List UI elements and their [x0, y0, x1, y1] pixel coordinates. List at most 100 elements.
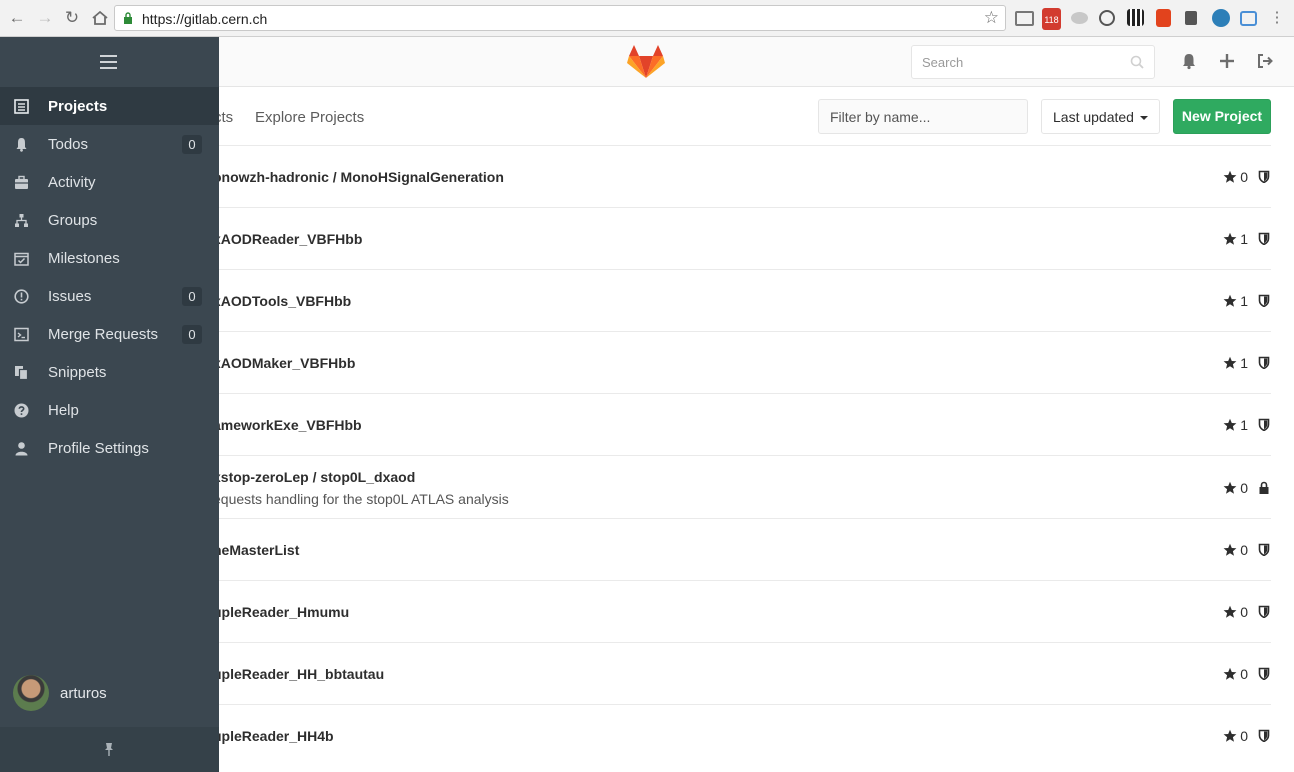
project-name-link[interactable]: xAODTools_VBFHbb: [213, 293, 351, 309]
sidebar-item-activity[interactable]: Activity: [0, 163, 219, 201]
office-icon[interactable]: [1156, 9, 1171, 27]
star-count: 0: [1223, 542, 1248, 558]
tab-explore-projects[interactable]: Explore Projects: [255, 109, 364, 126]
shield-icon: [1258, 294, 1270, 308]
search-field[interactable]: Search: [911, 45, 1155, 79]
avatar: [13, 675, 49, 711]
star-icon: [1223, 170, 1237, 184]
thumbtack-icon[interactable]: [103, 742, 115, 756]
project-row[interactable]: neMasterList 0: [213, 518, 1271, 580]
cast-icon[interactable]: [1015, 11, 1034, 26]
filter-input[interactable]: Filter by name...: [818, 99, 1028, 134]
terminal-icon: [14, 327, 29, 342]
sidebar-item-label: Groups: [48, 211, 98, 229]
username: arturos: [60, 684, 107, 702]
project-row[interactable]: xAODReader_VBFHbb 1: [213, 207, 1271, 269]
globe-extension-icon[interactable]: [1099, 10, 1115, 26]
plus-icon[interactable]: [1218, 52, 1236, 70]
reload-icon[interactable]: ↻: [61, 7, 83, 29]
qr-code-icon[interactable]: [1127, 9, 1144, 26]
project-row[interactable]: ameworkExe_VBFHbb 1: [213, 393, 1271, 455]
screenshot-extension-icon[interactable]: [1240, 11, 1257, 26]
gitlab-logo-icon[interactable]: [627, 45, 665, 79]
url-text: https://gitlab.cern.ch: [142, 11, 268, 27]
project-name-link[interactable]: upleReader_HH_bbtautau: [213, 666, 384, 682]
sidebar-item-profile-settings[interactable]: Profile Settings: [0, 429, 219, 467]
project-name-link[interactable]: upleReader_HH4b: [213, 728, 334, 744]
star-count-value: 0: [1240, 542, 1248, 558]
address-bar[interactable]: https://gitlab.cern.ch ☆: [114, 5, 1006, 31]
project-name-link[interactable]: upleReader_Hmumu: [213, 604, 349, 620]
shield-icon: [1258, 170, 1270, 184]
cloud-icon[interactable]: [1071, 12, 1088, 24]
sidebar-item-issues[interactable]: Issues 0: [0, 277, 219, 315]
star-count-value: 0: [1240, 604, 1248, 620]
project-row[interactable]: upleReader_Hmumu 0: [213, 580, 1271, 642]
sort-dropdown[interactable]: Last updated: [1041, 99, 1160, 134]
sidebar-item-label: Profile Settings: [48, 439, 149, 457]
project-name-link[interactable]: neMasterList: [213, 542, 299, 558]
search-placeholder: Search: [922, 55, 964, 70]
sidebar-item-label: Help: [48, 401, 79, 419]
search-icon: [1130, 55, 1144, 69]
menu-kebab-icon[interactable]: ⋮: [1266, 7, 1288, 29]
sidebar-item-todos[interactable]: Todos 0: [0, 125, 219, 163]
count-badge: 0: [182, 135, 202, 154]
forward-arrow-icon[interactable]: →: [34, 7, 56, 29]
sign-out-icon[interactable]: [1256, 52, 1274, 70]
sidebar: Projects Todos 0 Activity Groups Milestones Is…: [0, 37, 219, 772]
star-count: 1: [1223, 293, 1248, 309]
project-name-link[interactable]: ameworkExe_VBFHbb: [213, 417, 362, 433]
projects-icon: [14, 99, 29, 114]
star-count-value: 1: [1240, 355, 1248, 371]
project-row[interactable]: xAODTools_VBFHbb 1: [213, 269, 1271, 331]
project-description: equests handling for the stop0L ATLAS an…: [213, 491, 509, 507]
star-count-value: 0: [1240, 728, 1248, 744]
sort-label: Last updated: [1053, 109, 1134, 125]
project-row[interactable]: upleReader_HH_bbtautau 0: [213, 642, 1271, 704]
sidebar-item-snippets[interactable]: Snippets: [0, 353, 219, 391]
project-name-link[interactable]: xstop-zeroLep / stop0L_dxaod: [213, 469, 415, 485]
star-count: 0: [1223, 604, 1248, 620]
sidebar-item-label: Activity: [48, 173, 96, 191]
bookmark-star-icon[interactable]: ☆: [984, 8, 999, 28]
sidebar-item-label: Projects: [48, 97, 108, 115]
star-icon: [1223, 356, 1237, 370]
calendar-extension-icon[interactable]: 118: [1042, 8, 1061, 30]
lock-icon: [124, 12, 132, 24]
home-icon[interactable]: [89, 7, 111, 29]
project-row[interactable]: xstop-zeroLep / stop0L_dxaodequests hand…: [213, 455, 1271, 518]
sidebar-item-groups[interactable]: Groups: [0, 201, 219, 239]
sitemap-icon: [14, 213, 29, 228]
send-extension-icon[interactable]: [1212, 9, 1230, 27]
project-row[interactable]: upleReader_HH4b 0: [213, 704, 1271, 766]
star-count-value: 1: [1240, 417, 1248, 433]
project-row[interactable]: xAODMaker_VBFHbb 1: [213, 331, 1271, 393]
hamburger-menu-icon[interactable]: [100, 55, 117, 69]
sidebar-item-merge-requests[interactable]: Merge Requests 0: [0, 315, 219, 353]
new-project-button[interactable]: New Project: [1173, 99, 1271, 134]
star-count: 0: [1223, 666, 1248, 682]
star-icon: [1223, 232, 1237, 246]
shield-icon: [1258, 418, 1270, 432]
shield-icon: [1258, 605, 1270, 619]
sidebar-item-label: Snippets: [48, 363, 107, 381]
project-name-link[interactable]: xAODReader_VBFHbb: [213, 231, 362, 247]
hand-extension-icon[interactable]: [1185, 11, 1197, 25]
project-name-link[interactable]: onowzh-hadronic / MonoHSignalGeneration: [213, 169, 504, 185]
project-name-link[interactable]: xAODMaker_VBFHbb: [213, 355, 355, 371]
bell-icon[interactable]: [1180, 52, 1198, 70]
shield-icon: [1258, 729, 1270, 743]
sidebar-item-milestones[interactable]: Milestones: [0, 239, 219, 277]
sidebar-item-help[interactable]: Help: [0, 391, 219, 429]
star-count-value: 0: [1240, 169, 1248, 185]
back-arrow-icon[interactable]: ←: [6, 7, 28, 29]
user-profile[interactable]: arturos: [13, 675, 107, 711]
star-count-value: 0: [1240, 666, 1248, 682]
dashboard-icon: [14, 175, 29, 190]
sidebar-item-label: Milestones: [48, 249, 120, 267]
star-icon: [1223, 481, 1237, 495]
project-row[interactable]: onowzh-hadronic / MonoHSignalGeneration 0: [213, 145, 1271, 207]
shield-icon: [1258, 667, 1270, 681]
sidebar-item-projects[interactable]: Projects: [0, 87, 219, 125]
